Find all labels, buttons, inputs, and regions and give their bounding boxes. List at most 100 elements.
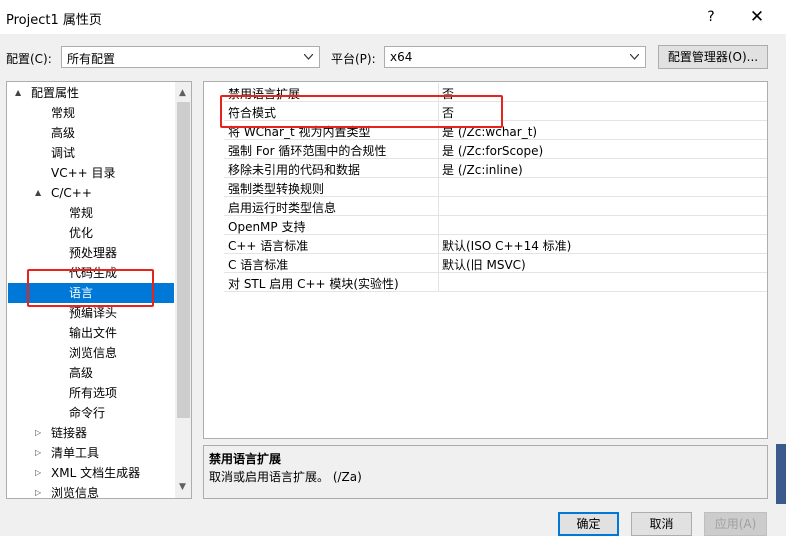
- property-tree: ▲ 配置属性 常规 高级 调试 VC++ 目录 ▲ C/C++ 常规 优化 预处理器 代码生成 语言 预编…: [6, 81, 192, 499]
- tree-item-label: 调试: [51, 146, 76, 160]
- expand-arrow-icon[interactable]: ▷: [35, 448, 41, 457]
- config-manager-button[interactable]: 配置管理器(O)...: [658, 45, 768, 69]
- property-name: C 语言标准: [228, 258, 289, 272]
- property-row[interactable]: 启用运行时类型信息: [224, 197, 767, 216]
- close-button[interactable]: ✕: [744, 5, 770, 29]
- tree-item[interactable]: 链接器: [51, 423, 87, 443]
- tree-item-label: 链接器: [51, 426, 88, 440]
- tree-item[interactable]: 清单工具: [51, 443, 99, 463]
- property-row[interactable]: C 语言标准 默认(旧 MSVC): [224, 254, 767, 273]
- scroll-down-icon[interactable]: ▼: [179, 482, 186, 492]
- tree-item-label: 输出文件: [69, 326, 118, 340]
- property-row[interactable]: 对 STL 启用 C++ 模块(实验性): [224, 273, 767, 292]
- property-row[interactable]: 强制 For 循环范围中的合规性 是 (/Zc:forScope): [224, 140, 767, 159]
- column-divider: [438, 121, 439, 140]
- tree-item[interactable]: 高级: [69, 363, 93, 383]
- help-button[interactable]: ?: [700, 6, 722, 28]
- property-name: 对 STL 启用 C++ 模块(实验性): [228, 277, 399, 291]
- tree-item[interactable]: VC++ 目录: [51, 163, 116, 183]
- title-bar: Project1 属性页 ? ✕: [0, 0, 786, 34]
- window-title: Project1 属性页: [6, 13, 102, 28]
- tree-item[interactable]: 命令行: [69, 403, 105, 423]
- apply-button[interactable]: 应用(A): [704, 512, 767, 536]
- tree-item-label: 浏览信息: [69, 346, 118, 360]
- tree-item[interactable]: 配置属性: [31, 83, 79, 103]
- property-name: 启用运行时类型信息: [228, 201, 337, 215]
- tree-item[interactable]: 语言: [8, 283, 174, 303]
- column-divider: [438, 159, 439, 178]
- tree-item-label: 高级: [69, 366, 94, 380]
- column-divider: [438, 197, 439, 216]
- tree-item[interactable]: C/C++: [51, 183, 92, 203]
- column-divider: [438, 254, 439, 273]
- column-divider: [438, 273, 439, 292]
- platform-label: 平台(P):: [331, 52, 376, 66]
- property-value[interactable]: 是 (/Zc:inline): [442, 161, 523, 178]
- tree-item[interactable]: 所有选项: [69, 383, 117, 403]
- property-value[interactable]: 默认(ISO C++14 标准): [442, 237, 571, 254]
- property-row[interactable]: 将 WChar_t 视为内置类型 是 (/Zc:wchar_t): [224, 121, 767, 140]
- tree-item[interactable]: 代码生成: [69, 263, 117, 283]
- tree-item[interactable]: 输出文件: [69, 323, 117, 343]
- property-name: C++ 语言标准: [228, 239, 309, 253]
- tree-item[interactable]: 预编译头: [69, 303, 117, 323]
- ok-button[interactable]: 确定: [558, 512, 619, 536]
- tree-item-label: 高级: [51, 126, 76, 140]
- description-text: 取消或启用语言扩展。 (/Za): [209, 470, 362, 484]
- tree-item-label: 常规: [69, 206, 94, 220]
- tree-item-label: 常规: [51, 106, 76, 120]
- platform-select[interactable]: x64: [384, 46, 646, 68]
- column-divider: [438, 178, 439, 197]
- property-name: 强制类型转换规则: [228, 182, 325, 196]
- tree-item[interactable]: 常规: [51, 103, 75, 123]
- property-row[interactable]: 移除未引用的代码和数据 是 (/Zc:inline): [224, 159, 767, 178]
- platform-select-value: x64: [390, 50, 413, 64]
- tree-item[interactable]: 高级: [51, 123, 75, 143]
- tree-item[interactable]: 浏览信息: [51, 483, 100, 499]
- tree-item-label: 浏览信息: [51, 486, 100, 499]
- collapse-arrow-icon[interactable]: ▲: [35, 188, 41, 197]
- tree-item-label: 语言: [69, 286, 94, 300]
- property-row[interactable]: 符合模式 否: [224, 102, 767, 121]
- column-divider: [438, 216, 439, 235]
- property-name: 将 WChar_t 视为内置类型: [228, 125, 371, 139]
- property-value[interactable]: 默认(旧 MSVC): [442, 256, 526, 273]
- property-row[interactable]: 禁用语言扩展 否: [224, 83, 767, 102]
- tree-item[interactable]: 调试: [51, 143, 75, 163]
- scroll-up-icon[interactable]: ▲: [179, 88, 186, 98]
- tree-item-label: 清单工具: [51, 446, 100, 460]
- tree-item-label: 配置属性: [31, 86, 80, 100]
- column-divider: [438, 83, 439, 102]
- tree-scrollbar[interactable]: ▲ ▼: [175, 82, 191, 498]
- property-value[interactable]: 否: [442, 85, 454, 102]
- chevron-down-icon: [304, 54, 313, 60]
- tree-item-label: 所有选项: [69, 386, 118, 400]
- cancel-button[interactable]: 取消: [631, 512, 692, 536]
- property-row[interactable]: C++ 语言标准 默认(ISO C++14 标准): [224, 235, 767, 254]
- collapse-arrow-icon[interactable]: ▲: [15, 88, 21, 97]
- expand-arrow-icon[interactable]: ▷: [35, 428, 41, 437]
- scrollbar-thumb[interactable]: [177, 102, 190, 418]
- chevron-down-icon: [630, 54, 639, 60]
- expand-arrow-icon[interactable]: ▷: [35, 468, 41, 477]
- description-panel: 禁用语言扩展 取消或启用语言扩展。 (/Za): [203, 445, 768, 499]
- tree-item-label: 代码生成: [69, 266, 118, 280]
- tree-item-label: VC++ 目录: [51, 166, 116, 180]
- tree-item-label: 预编译头: [69, 306, 118, 320]
- property-row[interactable]: 强制类型转换规则: [224, 178, 767, 197]
- tree-item[interactable]: 预处理器: [69, 243, 117, 263]
- config-select[interactable]: 所有配置: [61, 46, 320, 68]
- tree-item[interactable]: 浏览信息: [69, 343, 117, 363]
- tree-item[interactable]: XML 文档生成器: [51, 463, 140, 483]
- tree-item[interactable]: 常规: [69, 203, 93, 223]
- expand-arrow-icon[interactable]: ▷: [35, 488, 41, 497]
- column-divider: [438, 102, 439, 121]
- property-row[interactable]: OpenMP 支持: [224, 216, 767, 235]
- property-name: 禁用语言扩展: [228, 87, 301, 101]
- property-value[interactable]: 否: [442, 104, 454, 121]
- tree-item[interactable]: 优化: [69, 223, 93, 243]
- property-value[interactable]: 是 (/Zc:wchar_t): [442, 123, 537, 140]
- property-value[interactable]: 是 (/Zc:forScope): [442, 142, 543, 159]
- tree-item-label: XML 文档生成器: [51, 466, 141, 480]
- description-heading: 禁用语言扩展: [209, 452, 282, 466]
